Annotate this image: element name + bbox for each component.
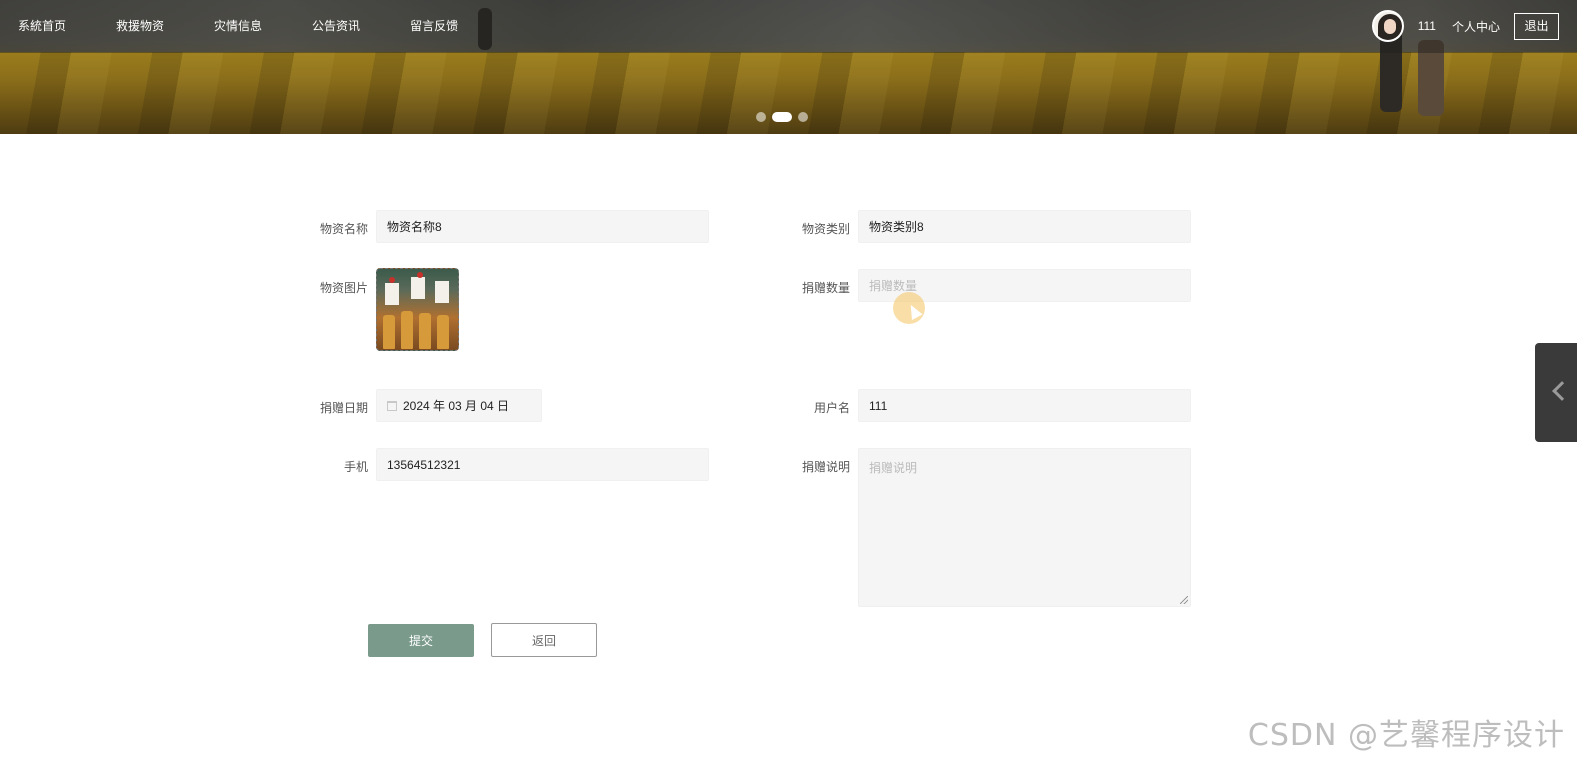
donation-date-label: 捐赠日期	[319, 401, 368, 415]
phone-label: 手机	[343, 460, 368, 474]
chevron-left-icon	[1552, 381, 1572, 401]
thumbnail-carton	[411, 277, 425, 299]
material-image-thumbnail[interactable]	[376, 268, 459, 351]
donation-note-placeholder: 捐赠说明	[869, 461, 918, 475]
phone-field[interactable]: 13564512321	[376, 448, 709, 481]
calendar-icon	[387, 400, 397, 411]
side-toggle-tab[interactable]	[1535, 343, 1577, 442]
donation-date-picker[interactable]: 2024 年 03 月 04 日	[376, 389, 542, 422]
submit-button[interactable]: 提交	[368, 624, 474, 657]
thumbnail-cap	[389, 277, 395, 283]
back-button[interactable]: 返回	[491, 623, 597, 657]
material-category-label: 物资类别	[801, 222, 850, 236]
thumbnail-carton	[385, 283, 399, 305]
donation-quantity-label: 捐赠数量	[801, 281, 850, 295]
material-category-field[interactable]: 物资类别8	[858, 210, 1191, 243]
donation-date-value: 2024 年 03 月 04 日	[403, 399, 510, 413]
material-name-field[interactable]: 物资名称8	[376, 210, 709, 243]
thumbnail-carton	[435, 281, 449, 303]
donation-note-textarea[interactable]: 捐赠说明	[858, 448, 1191, 607]
watermark: CSDN @艺馨程序设计	[1247, 718, 1565, 753]
thumbnail-bottle	[383, 315, 395, 349]
thumbnail-bottle	[419, 313, 431, 349]
material-image-label: 物资图片	[319, 281, 368, 295]
resize-grip-icon[interactable]	[1180, 596, 1188, 604]
username-field-label: 用户名	[813, 401, 850, 415]
donation-note-label: 捐赠说明	[801, 460, 850, 474]
donation-form: 物资名称 物资名称8 物资类别 物资类别8 物资图片 捐赠数量 捐赠数量 捐赠日…	[0, 0, 1577, 761]
material-name-label: 物资名称	[319, 222, 368, 236]
thumbnail-cap	[417, 272, 423, 278]
thumbnail-bottle	[437, 315, 449, 349]
thumbnail-bottle	[401, 311, 413, 349]
username-field[interactable]: 111	[858, 389, 1191, 422]
